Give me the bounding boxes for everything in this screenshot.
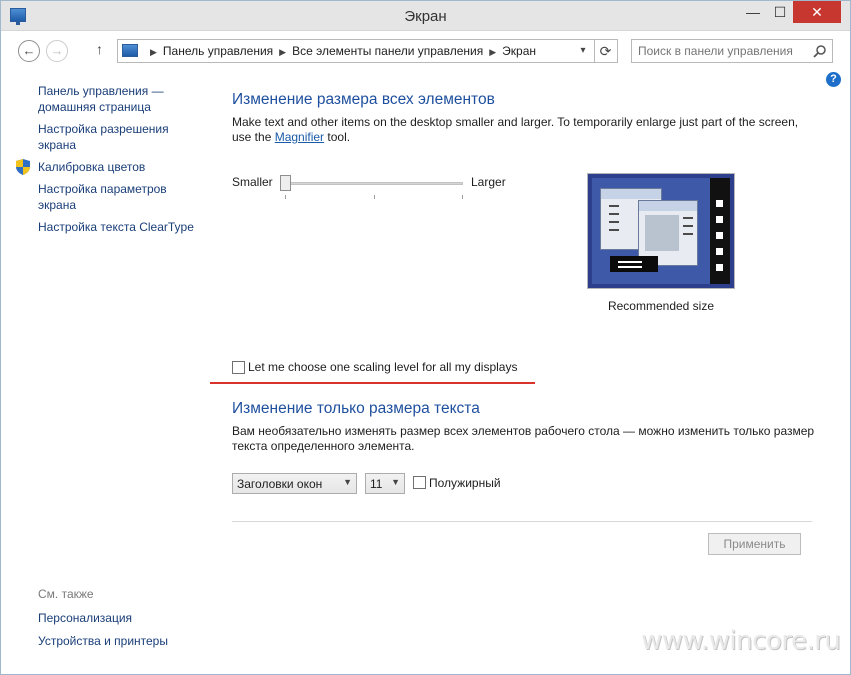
sidebar-item-cleartype[interactable]: Настройка текста ClearType xyxy=(38,219,208,235)
navigation-bar: ← → ↑ ▶ Панель управления ▶ Все элементы па… xyxy=(1,32,850,68)
element-select[interactable]: Заголовки окон ▼ xyxy=(232,473,357,494)
up-button[interactable]: ↑ xyxy=(96,41,103,57)
see-also-devices-printers[interactable]: Устройства и принтеры xyxy=(38,633,168,649)
bold-label[interactable]: Полужирный xyxy=(429,476,501,490)
font-size-select[interactable]: 11 ▼ xyxy=(365,473,405,494)
one-scaling-level-label[interactable]: Let me choose one scaling level for all … xyxy=(248,360,517,374)
title-bar[interactable]: Экран — ☐ ✕ xyxy=(1,1,850,31)
breadcrumb-control-panel[interactable]: Панель управления xyxy=(163,44,273,58)
slider-track[interactable] xyxy=(285,182,463,185)
see-also-heading: См. также xyxy=(38,587,94,601)
one-scaling-level-checkbox[interactable] xyxy=(232,361,245,374)
slider-smaller-label: Smaller xyxy=(232,175,273,189)
address-bar[interactable]: ▶ Панель управления ▶ Все элементы панели у… xyxy=(117,39,595,63)
sidebar-item-resolution[interactable]: Настройка разрешения экрана xyxy=(38,121,208,153)
slider-thumb[interactable] xyxy=(280,175,291,191)
scaling-heading: Изменение размера всех элементов xyxy=(232,91,495,108)
sidebar-item-label: Калибровка цветов xyxy=(38,160,146,174)
element-select-value: Заголовки окон xyxy=(237,477,323,491)
search-input[interactable] xyxy=(638,44,808,58)
sidebar-item-color-calibration[interactable]: Калибровка цветов xyxy=(16,159,208,175)
control-panel-window: Экран — ☐ ✕ ← → ↑ ▶ Панель управления ▶ Все… xyxy=(0,0,851,675)
font-size-select-value: 11 xyxy=(370,477,383,491)
refresh-button[interactable]: ⟳ xyxy=(594,39,618,63)
slider-tick xyxy=(374,195,375,199)
breadcrumb: ▶ Панель управления ▶ Все элементы панели у… xyxy=(144,44,536,58)
preview-sidebar xyxy=(710,178,730,284)
forward-button[interactable]: → xyxy=(46,40,68,62)
minimize-button[interactable]: — xyxy=(739,1,767,23)
close-button[interactable]: ✕ xyxy=(793,1,841,23)
chevron-right-icon[interactable]: ▶ xyxy=(489,47,496,57)
maximize-button[interactable]: ☐ xyxy=(767,1,793,23)
sidebar-item-display-settings[interactable]: Настройка параметров экрана xyxy=(38,181,208,213)
scaling-desc-end: tool. xyxy=(324,130,351,144)
divider xyxy=(232,521,812,522)
see-also-personalization[interactable]: Персонализация xyxy=(38,610,168,626)
highlight-underline xyxy=(210,382,535,384)
slider-tick xyxy=(285,195,286,199)
text-size-section: Изменение только размера текста Вам необ… xyxy=(232,400,832,454)
shield-icon xyxy=(16,159,30,175)
slider-larger-label: Larger xyxy=(471,175,506,189)
chevron-right-icon[interactable]: ▶ xyxy=(279,47,286,57)
slider-tick xyxy=(462,195,463,199)
see-also-links: Персонализация Устройства и принтеры xyxy=(38,610,168,656)
preview-caption: Recommended size xyxy=(607,299,715,313)
apply-button[interactable]: Применить xyxy=(708,533,801,555)
sidebar-item-home[interactable]: Панель управления — домашняя страница xyxy=(38,83,208,115)
window-title: Экран xyxy=(404,8,447,25)
address-history-dropdown-icon[interactable]: ▾ xyxy=(574,42,592,60)
breadcrumb-all-items[interactable]: Все элементы панели управления xyxy=(292,44,483,58)
chevron-down-icon: ▼ xyxy=(391,477,400,487)
scaling-section: Изменение размера всех элементов Make te… xyxy=(232,91,812,145)
text-size-heading: Изменение только размера текста xyxy=(232,400,480,417)
breadcrumb-display[interactable]: Экран xyxy=(502,44,536,58)
back-button[interactable]: ← xyxy=(18,40,40,62)
text-size-description: Вам необязательно изменять размер всех э… xyxy=(232,424,815,453)
chevron-right-icon: ▶ xyxy=(150,47,157,57)
scaling-description: Make text and other items on the desktop… xyxy=(232,115,812,145)
magnifier-link[interactable]: Magnifier xyxy=(275,130,324,144)
help-icon[interactable]: ? xyxy=(826,72,841,87)
site-watermark: www.wincore.ru xyxy=(641,626,841,656)
search-box[interactable] xyxy=(631,39,833,63)
control-panel-icon xyxy=(122,44,138,57)
bold-checkbox[interactable] xyxy=(413,476,426,489)
chevron-down-icon: ▼ xyxy=(343,477,352,487)
preview-taskbar-item xyxy=(610,256,658,272)
sidebar: Панель управления — домашняя страница На… xyxy=(16,83,208,241)
scaling-preview-image xyxy=(587,173,735,289)
search-icon[interactable] xyxy=(813,44,827,58)
scaling-slider[interactable]: Smaller Larger xyxy=(232,173,512,201)
